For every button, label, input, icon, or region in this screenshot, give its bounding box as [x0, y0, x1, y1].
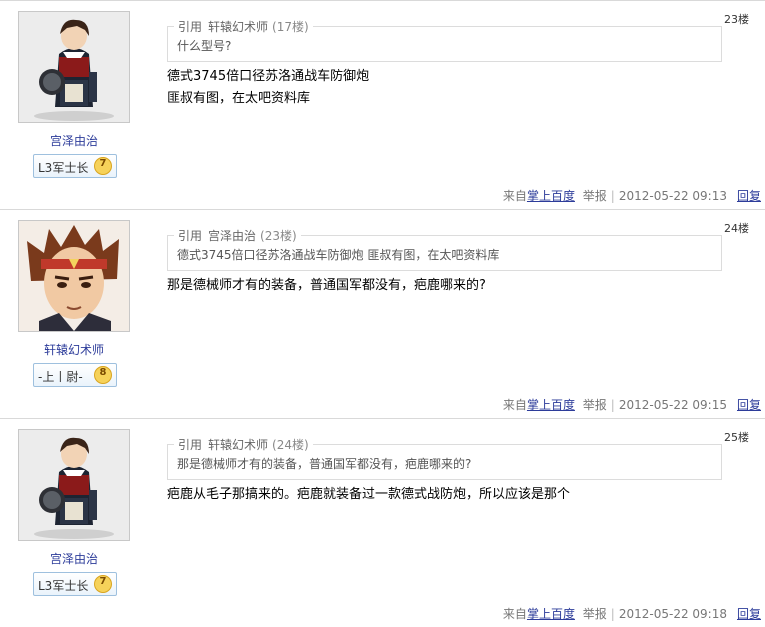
kendo-figure-avatar [19, 430, 129, 540]
reply-link[interactable]: 回复 [737, 398, 761, 412]
level-badge[interactable]: L3军士长 7 [33, 154, 117, 178]
quote-ref-label: 引用 [178, 20, 203, 34]
post-content-line: 德式3745倍口径苏洛通战车防御炮 [167, 69, 370, 84]
username-link[interactable]: 宫泽由治 [18, 132, 130, 149]
source-link[interactable]: 掌上百度 [527, 398, 575, 412]
quote-text: 德式3745倍口径苏洛通战车防御炮 匪叔有图，在太吧资料库 [177, 248, 500, 262]
floor-number: 23楼 [724, 13, 749, 26]
source-link[interactable]: 掌上百度 [527, 189, 575, 203]
quote-box: 引用 轩辕幻术师 (17楼) 什么型号? [167, 18, 722, 62]
level-name: L3军士长 [38, 579, 89, 593]
meta-separator: | [610, 398, 615, 412]
post: 宫泽由治 L3军士长 7 25楼 引用 轩辕幻术师 (24楼) 那是德械师才有的装备… [0, 418, 765, 627]
post-content-line: 那是德械师才有的装备，普通国军都没有，疤鹿哪来的? [167, 278, 486, 293]
source-link[interactable]: 掌上百度 [527, 607, 575, 621]
level-name: L3军士长 [38, 161, 89, 175]
post-meta: 来自掌上百度 举报 | 2012-05-22 09:15 回复 [503, 396, 761, 413]
quote-ref-label: 引用 [178, 229, 203, 243]
level-number: 8 [99, 367, 107, 378]
user-avatar[interactable] [18, 11, 130, 123]
username-link[interactable]: 轩辕幻术师 [18, 341, 130, 358]
quote-header: 引用 轩辕幻术师 (24楼) [174, 436, 313, 453]
quote-author: 宫泽由治 [208, 229, 257, 243]
post-meta: 来自掌上百度 举报 | 2012-05-22 09:18 回复 [503, 605, 761, 622]
report-link[interactable]: 举报 [583, 189, 607, 203]
user-avatar[interactable] [18, 220, 130, 332]
quote-box: 引用 宫泽由治 (23楼) 德式3745倍口径苏洛通战车防御炮 匪叔有图，在太吧资料… [167, 227, 722, 271]
report-link[interactable]: 举报 [583, 398, 607, 412]
meta-separator: | [610, 607, 615, 621]
report-link[interactable]: 举报 [583, 607, 607, 621]
quote-floor: (17楼) [272, 20, 309, 34]
source-prefix: 来自 [502, 607, 527, 621]
level-number: 7 [99, 158, 107, 169]
username-link[interactable]: 宫泽由治 [18, 550, 130, 567]
post-content-line: 匪叔有图，在太吧资料库 [167, 91, 311, 106]
level-badge[interactable]: -上丨尉- 8 [33, 363, 117, 387]
floor-number: 25楼 [724, 431, 749, 444]
level-number: 7 [99, 576, 107, 587]
quote-author: 轩辕幻术师 [208, 20, 269, 34]
reply-link[interactable]: 回复 [737, 607, 761, 621]
quote-floor: (23楼) [260, 229, 297, 243]
quote-floor: (24楼) [272, 438, 309, 452]
user-avatar[interactable] [18, 429, 130, 541]
warrior-headband-avatar [19, 221, 129, 331]
quote-header: 引用 轩辕幻术师 (17楼) [174, 18, 313, 35]
quote-text: 什么型号? [177, 39, 232, 53]
post-content: 德式3745倍口径苏洛通战车防御炮 匪叔有图，在太吧资料库 [167, 66, 369, 110]
post-content: 那是德械师才有的装备，普通国军都没有，疤鹿哪来的? [167, 275, 486, 297]
quote-author: 轩辕幻术师 [208, 438, 269, 452]
quote-header: 引用 宫泽由治 (23楼) [174, 227, 301, 244]
post: 轩辕幻术师 -上丨尉- 8 24楼 引用 宫泽由治 (23楼) 德式3745倍口径苏… [0, 209, 765, 418]
source-prefix: 来自 [502, 189, 527, 203]
post-meta: 来自掌上百度 举报 | 2012-05-22 09:13 回复 [503, 187, 761, 204]
meta-separator: | [610, 189, 615, 203]
quote-text: 那是德械师才有的装备，普通国军都没有，疤鹿哪来的? [177, 457, 472, 471]
quote-ref-label: 引用 [178, 438, 203, 452]
post-time: 2012-05-22 09:18 [618, 607, 727, 621]
quote-box: 引用 轩辕幻术师 (24楼) 那是德械师才有的装备，普通国军都没有，疤鹿哪来的? [167, 436, 722, 480]
level-name: -上丨尉- [38, 370, 83, 384]
floor-number: 24楼 [724, 222, 749, 235]
level-badge[interactable]: L3军士长 7 [33, 572, 117, 596]
post-time: 2012-05-22 09:13 [618, 189, 727, 203]
post-content: 疤鹿从毛子那搞来的。疤鹿就装备过一款德式战防炮，所以应该是那个 [167, 484, 570, 506]
post: 宫泽由治 L3军士长 7 23楼 引用 轩辕幻术师 (17楼) 什么型号? 德式37… [0, 0, 765, 209]
kendo-figure-avatar [19, 12, 129, 122]
reply-link[interactable]: 回复 [737, 189, 761, 203]
post-content-line: 疤鹿从毛子那搞来的。疤鹿就装备过一款德式战防炮，所以应该是那个 [167, 487, 571, 502]
post-time: 2012-05-22 09:15 [618, 398, 727, 412]
source-prefix: 来自 [502, 398, 527, 412]
